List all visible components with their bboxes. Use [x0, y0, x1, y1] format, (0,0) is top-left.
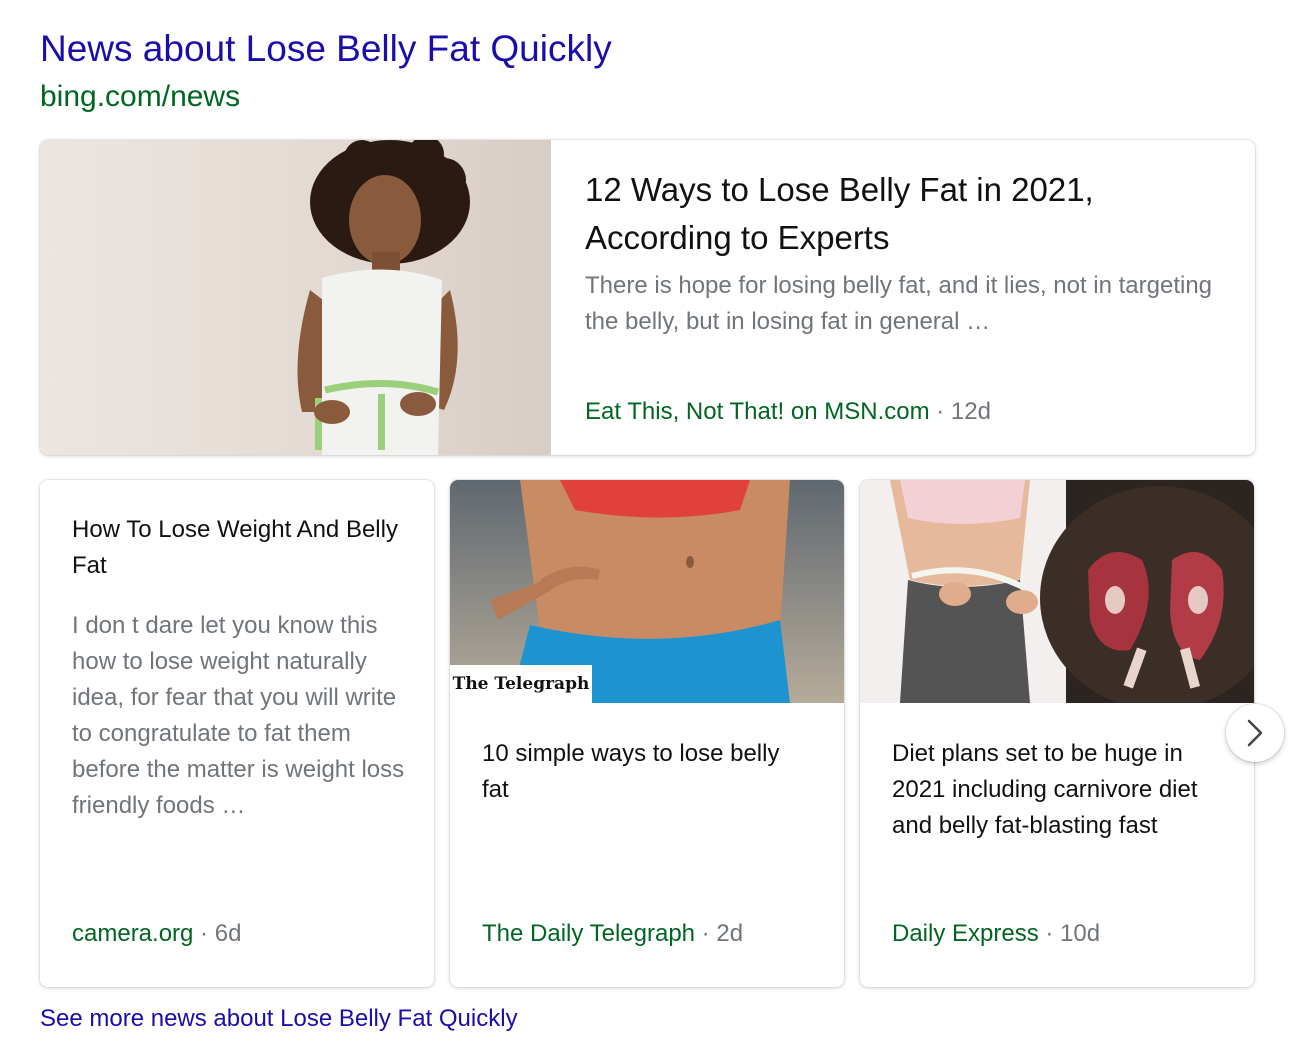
news-card[interactable]: The Telegraph 10 simple ways to lose bel…	[450, 480, 844, 987]
news-image: The Telegraph	[450, 480, 844, 703]
news-title[interactable]: How To Lose Weight And Belly Fat	[72, 512, 402, 584]
news-source: camera.org	[72, 920, 194, 947]
chevron-right-icon	[1245, 718, 1265, 748]
news-source: Daily Express	[892, 920, 1039, 947]
news-age: · 12d	[929, 398, 991, 425]
news-source: The Daily Telegraph	[482, 920, 696, 947]
news-image	[860, 480, 1254, 703]
news-source: Eat This, Not That! on MSN.com	[585, 398, 930, 425]
featured-news-meta: Eat This, Not That! on MSN.com · 12d	[585, 398, 991, 426]
news-title[interactable]: 10 simple ways to lose belly fat	[482, 736, 812, 808]
featured-news-image	[40, 140, 551, 455]
featured-news-card[interactable]: 12 Ways to Lose Belly Fat in 2021, Accor…	[40, 140, 1255, 455]
news-source-url: bing.com/news	[40, 80, 241, 113]
news-card[interactable]: How To Lose Weight And Belly Fat I don t…	[40, 480, 434, 987]
news-meta: Daily Express · 10d	[892, 920, 1100, 948]
news-age: · 2d	[695, 920, 744, 947]
news-meta: The Daily Telegraph · 2d	[482, 920, 743, 948]
featured-news-title[interactable]: 12 Ways to Lose Belly Fat in 2021, Accor…	[585, 166, 1205, 262]
featured-news-snippet: There is hope for losing belly fat, and …	[585, 272, 1213, 335]
news-card[interactable]: Diet plans set to be huge in 2021 includ…	[860, 480, 1254, 987]
news-age: · 6d	[193, 920, 242, 947]
news-meta: camera.org · 6d	[72, 920, 241, 948]
news-title[interactable]: Diet plans set to be huge in 2021 includ…	[892, 736, 1222, 844]
telegraph-logo: The Telegraph	[450, 665, 592, 703]
news-snippet: I don t dare let you know this how to lo…	[72, 612, 405, 819]
carousel-next-button[interactable]	[1226, 704, 1284, 762]
news-age: · 10d	[1038, 920, 1101, 947]
news-header-link[interactable]: News about Lose Belly Fat Quickly	[40, 28, 612, 70]
see-more-news-link[interactable]: See more news about Lose Belly Fat Quick…	[40, 1005, 518, 1033]
